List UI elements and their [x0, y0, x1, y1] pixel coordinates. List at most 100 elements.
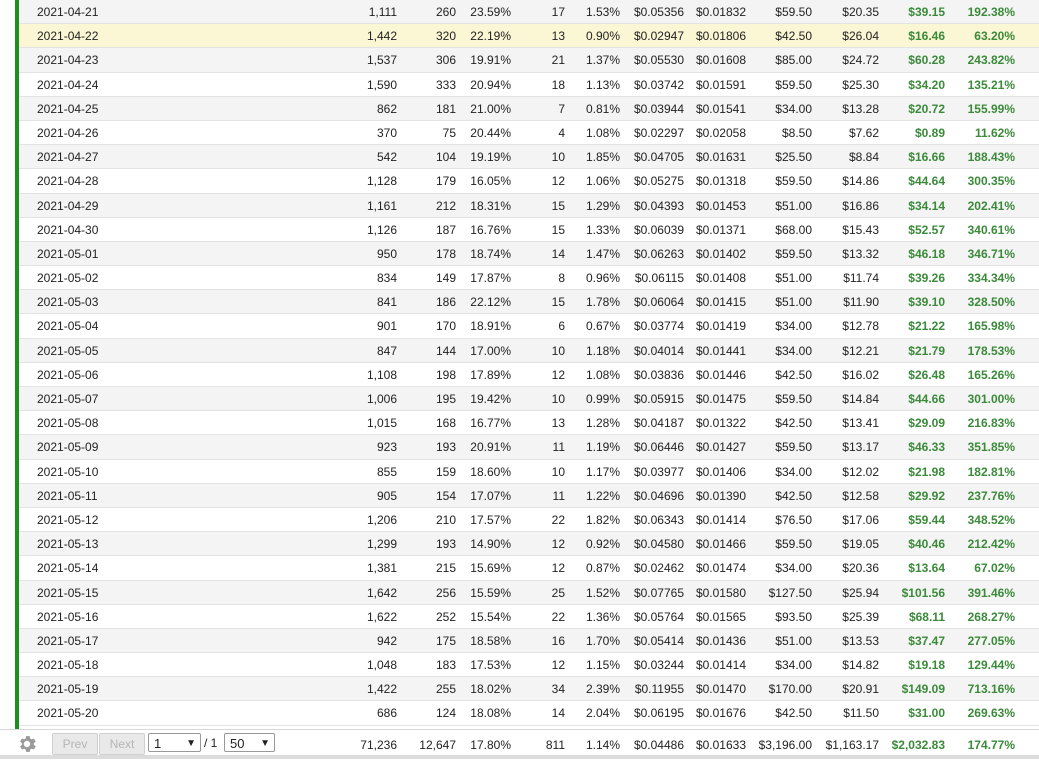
table-cell: $0.01436: [695, 633, 746, 648]
table-cell: $19.18: [908, 658, 945, 673]
table-row[interactable]: 2021-04-27 542 104 19.19% 10 1.85% $0.04705 $0.…: [19, 145, 1039, 170]
table-row[interactable]: 2021-05-19 1,422 255 18.02% 34 2.39% $0.11955 $…: [19, 677, 1039, 702]
table-cell: 1.36%: [585, 609, 620, 624]
table-cell: 905: [376, 488, 397, 503]
table-row[interactable]: 2021-05-06 1,108 198 17.89% 12 1.08% $0.03836 $…: [19, 362, 1039, 387]
table-cell: $40.46: [908, 537, 945, 552]
table-cell: 8: [558, 271, 565, 286]
table-row[interactable]: 2021-04-21 1,111 260 23.59% 17 1.53% $0.05356 $…: [19, 0, 1039, 25]
table-row[interactable]: 2021-04-26 370 75 20.44% 4 1.08% $0.02297 $0.02…: [19, 120, 1039, 146]
table-cell: 14: [551, 706, 565, 721]
table-cell: 2021-05-14: [37, 561, 99, 576]
table-cell: 12: [551, 174, 565, 189]
horizontal-scrollbar[interactable]: [0, 755, 1039, 759]
table-cell: 1,161: [366, 198, 397, 213]
table-row[interactable]: 2021-05-08 1,015 168 16.77% 13 1.28% $0.04187 $…: [19, 411, 1039, 436]
table-row[interactable]: 2021-05-13 1,299 193 14.90% 12 0.92% $0.04580 $…: [19, 532, 1039, 557]
table-cell: $26.04: [842, 29, 879, 44]
table-cell: $0.04696: [633, 488, 684, 503]
table-cell: 11.62%: [974, 125, 1015, 140]
table-cell: $0.03742: [633, 77, 684, 92]
table-cell: 0.92%: [585, 537, 620, 552]
table-row[interactable]: 2021-05-11 905 154 17.07% 11 1.22% $0.04696 $0.…: [19, 483, 1039, 508]
table-row[interactable]: 2021-05-05 847 144 17.00% 10 1.18% $0.04014 $0.…: [19, 338, 1039, 363]
table-cell: 2021-05-19: [37, 682, 99, 697]
table-cell: 179: [435, 174, 456, 189]
table-cell: 862: [376, 101, 397, 116]
table-cell: $11.90: [843, 295, 879, 310]
table-cell: $0.05275: [633, 174, 684, 189]
table-cell: $34.20: [908, 77, 945, 92]
table-cell: 2021-05-17: [37, 633, 99, 648]
table-row[interactable]: 2021-04-30 1,126 187 16.76% 15 1.33% $0.06039 $…: [19, 217, 1039, 242]
table-row[interactable]: 2021-05-03 841 186 22.12% 15 1.78% $0.06064 $0.…: [19, 290, 1039, 315]
table-cell: $0.04393: [633, 198, 684, 213]
table-cell: $0.03977: [633, 464, 684, 479]
table-cell: 19.19%: [470, 150, 511, 165]
table-cell: 306: [435, 53, 456, 68]
table-row[interactable]: 2021-04-28 1,128 179 16.05% 12 1.06% $0.05275 $…: [19, 169, 1039, 194]
table-row[interactable]: 2021-04-22 1,442 320 22.19% 13 0.90% $0.02947 $…: [19, 24, 1039, 49]
table-cell: $8.50: [781, 125, 812, 140]
table-cell: $59.50: [775, 5, 812, 19]
table-row[interactable]: 2021-04-29 1,161 212 18.31% 15 1.29% $0.04393 $…: [19, 193, 1039, 218]
table-cell: 320: [435, 29, 456, 44]
table-cell: 75: [442, 125, 456, 140]
table-row[interactable]: 2021-05-17 942 175 18.58% 16 1.70% $0.05414 $0.…: [19, 628, 1039, 654]
table-cell: $11.50: [843, 706, 879, 721]
table-cell: 10: [551, 343, 565, 358]
table-row[interactable]: 2021-05-02 834 149 17.87% 8 0.96% $0.06115 $0.0…: [19, 266, 1039, 291]
table-cell: $0.01591: [695, 77, 746, 92]
table-cell: 2021-05-05: [37, 343, 99, 358]
table-row[interactable]: 2021-05-01 950 178 18.74% 14 1.47% $0.06263 $0.…: [19, 241, 1039, 267]
table-cell: 170: [435, 319, 456, 334]
table-cell: 346.71%: [967, 246, 1015, 261]
table-cell: $8.84: [848, 150, 879, 165]
table-row[interactable]: 2021-05-20 686 124 18.08% 14 2.04% $0.06195 $0.…: [19, 701, 1039, 726]
table-row[interactable]: 2021-05-16 1,622 252 15.54% 22 1.36% $0.05764 $…: [19, 604, 1039, 629]
table-cell: $12.58: [842, 488, 879, 503]
table-cell: $16.02: [842, 367, 879, 382]
table-cell: 18: [551, 77, 565, 92]
total-cell: $2,032.83: [891, 738, 945, 752]
table-cell: 2021-05-01: [37, 246, 99, 261]
table-cell: 2021-04-25: [37, 101, 99, 116]
table-cell: $0.01470: [695, 682, 746, 697]
table-cell: $0.03944: [633, 101, 684, 116]
table-row[interactable]: 2021-05-14 1,381 215 15.69% 12 0.87% $0.02462 $…: [19, 556, 1039, 581]
table-cell: $16.86: [842, 198, 879, 213]
table-row[interactable]: 2021-05-12 1,206 210 17.57% 22 1.82% $0.06343 $…: [19, 507, 1039, 533]
table-cell: 334.34%: [967, 271, 1015, 286]
table-cell: $34.00: [775, 343, 812, 358]
table-cell: 2021-05-06: [37, 367, 99, 382]
table-cell: $13.28: [842, 101, 879, 116]
table-row[interactable]: 2021-04-24 1,590 333 20.94% 18 1.13% $0.03742 $…: [19, 72, 1039, 97]
table-cell: 12: [551, 537, 565, 552]
table-cell: 348.52%: [967, 512, 1015, 527]
table-cell: 0.87%: [585, 561, 620, 576]
table-cell: $51.00: [775, 271, 812, 286]
table-cell: 1.22%: [585, 488, 620, 503]
table-cell: 18.60%: [470, 464, 511, 479]
table-row[interactable]: 2021-04-23 1,537 306 19.91% 21 1.37% $0.05530 $…: [19, 48, 1039, 73]
table-row[interactable]: 2021-05-09 923 193 20.91% 11 1.19% $0.06446 $0.…: [19, 435, 1039, 460]
table-cell: $51.00: [775, 198, 812, 213]
table-row[interactable]: 2021-05-15 1,642 256 15.59% 25 1.52% $0.07765 $…: [19, 580, 1039, 605]
table-cell: 67.02%: [974, 561, 1015, 576]
table-cell: $16.46: [908, 29, 945, 44]
table-row[interactable]: 2021-05-07 1,006 195 19.42% 10 0.99% $0.05915 $…: [19, 387, 1039, 412]
table-cell: $44.66: [908, 392, 945, 406]
table-row[interactable]: 2021-04-25 862 181 21.00% 7 0.81% $0.03944 $0.0…: [19, 96, 1039, 121]
table-cell: 212.42%: [967, 537, 1015, 552]
table-cell: 1.13%: [585, 77, 620, 92]
table-row[interactable]: 2021-05-10 855 159 18.60% 10 1.17% $0.03977 $0.…: [19, 459, 1039, 484]
table-cell: 2021-05-12: [37, 512, 99, 527]
table-row[interactable]: 2021-05-04 901 170 18.91% 6 0.67% $0.03774 $0.0…: [19, 314, 1039, 339]
table-cell: $12.21: [842, 343, 879, 358]
table-cell: $0.06115: [634, 271, 684, 286]
table-cell: 252: [435, 609, 456, 624]
table-cell: 2021-05-04: [37, 319, 99, 334]
table-row[interactable]: 2021-05-18 1,048 183 17.53% 12 1.15% $0.03244 $…: [19, 653, 1039, 678]
table-cell: 63.20%: [974, 29, 1015, 44]
table-cell: $14.86: [842, 174, 879, 189]
